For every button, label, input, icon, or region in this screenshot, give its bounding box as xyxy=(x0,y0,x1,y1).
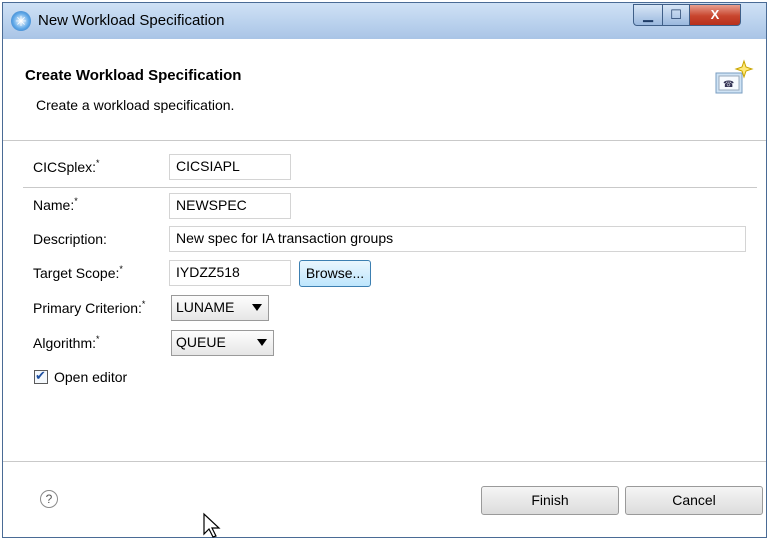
open-editor-label[interactable]: Open editor xyxy=(54,369,127,385)
page-description: Create a workload specification. xyxy=(36,97,235,113)
target-scope-label: Target Scope:* xyxy=(33,264,123,281)
svg-text:☎: ☎ xyxy=(723,79,734,89)
name-label: Name:* xyxy=(33,196,78,213)
primary-criterion-label: Primary Criterion:* xyxy=(33,299,146,316)
maximize-button[interactable]: ☐ xyxy=(662,4,690,26)
wizard-banner-icon: ☎ xyxy=(715,59,754,94)
primary-criterion-value: LUNAME xyxy=(176,299,235,315)
wizard-header: Create Workload Specification Create a w… xyxy=(3,39,766,141)
name-field[interactable]: NEWSPEC xyxy=(169,193,291,219)
close-button[interactable]: X xyxy=(689,4,741,26)
window-title: New Workload Specification xyxy=(38,12,225,29)
cicsplex-field[interactable]: CICSIAPL xyxy=(169,154,291,180)
open-editor-checkbox[interactable] xyxy=(34,368,48,384)
target-scope-field[interactable]: IYDZZ518 xyxy=(169,260,291,286)
description-field[interactable]: New spec for IA transaction groups xyxy=(169,226,746,252)
cancel-button[interactable]: Cancel xyxy=(625,486,763,515)
title-bar[interactable]: ✳ New Workload Specification ▁ ☐ X xyxy=(3,3,766,40)
finish-button[interactable]: Finish xyxy=(481,486,619,515)
chevron-down-icon xyxy=(257,339,267,346)
algorithm-value: QUEUE xyxy=(176,334,226,350)
description-label: Description: xyxy=(33,231,107,247)
primary-criterion-dropdown[interactable]: LUNAME xyxy=(171,295,269,321)
footer-separator xyxy=(3,461,766,462)
algorithm-label: Algorithm:* xyxy=(33,334,100,351)
browse-button[interactable]: Browse... xyxy=(299,260,371,287)
algorithm-dropdown[interactable]: QUEUE xyxy=(171,330,274,356)
app-icon: ✳ xyxy=(11,11,31,31)
page-title: Create Workload Specification xyxy=(25,67,242,84)
minimize-button[interactable]: ▁ xyxy=(633,4,663,26)
cicsplex-label: CICSplex:* xyxy=(33,158,100,175)
help-icon[interactable]: ? xyxy=(40,490,58,508)
mouse-cursor-icon xyxy=(203,512,221,538)
dialog-window: ✳ New Workload Specification ▁ ☐ X Creat… xyxy=(2,2,767,538)
chevron-down-icon xyxy=(252,304,262,311)
cicsplex-separator xyxy=(23,187,757,188)
